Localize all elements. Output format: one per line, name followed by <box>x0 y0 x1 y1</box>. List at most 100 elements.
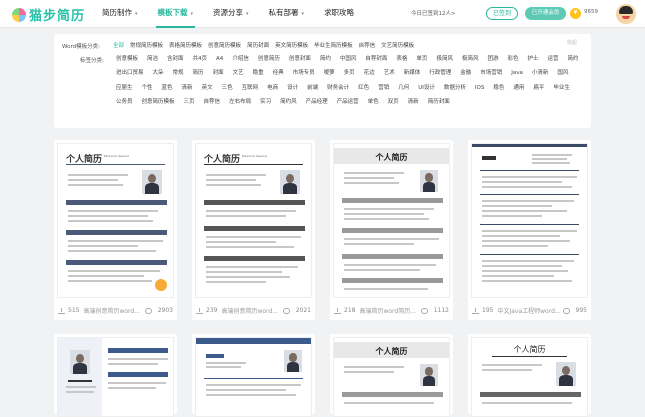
label-tag[interactable]: 嗳萝 <box>320 68 339 78</box>
label-tag[interactable]: 电商 <box>263 83 282 93</box>
label-tag[interactable]: 极简风 <box>458 54 483 64</box>
label-tag[interactable]: 产品经理 <box>302 97 332 107</box>
vip-button[interactable]: 已开通会员 <box>525 7 566 20</box>
template-card[interactable] <box>54 334 177 417</box>
category-tag[interactable]: 英文简历模板 <box>272 41 311 51</box>
label-tag[interactable]: 国风 <box>553 68 572 78</box>
label-tag[interactable]: 简历 <box>189 68 208 78</box>
label-tag[interactable]: 稳色 <box>489 83 508 93</box>
template-title[interactable]: 中文Java工程师word... <box>497 306 562 315</box>
template-thumbnail[interactable] <box>57 337 174 417</box>
label-tag[interactable]: 极简风 <box>432 54 457 64</box>
label-tag[interactable]: 团游 <box>483 54 502 64</box>
signin-count-link[interactable]: 今日已签到12人> <box>411 9 456 17</box>
template-card[interactable]: 个人简历 218 高端简历word简历... 1112 <box>330 140 453 320</box>
label-tag[interactable]: 共4页 <box>189 54 212 64</box>
label-tag[interactable]: 艺术 <box>380 68 399 78</box>
category-tag[interactable]: 文艺简历模板 <box>378 41 417 51</box>
label-tag[interactable]: 毕业生 <box>549 83 574 93</box>
label-tag[interactable]: 前端 <box>303 83 322 93</box>
label-tag[interactable]: 创意简历 <box>254 54 284 64</box>
category-tag[interactable]: 创意简历模板 <box>205 41 244 51</box>
label-tag[interactable]: 通用 <box>509 83 528 93</box>
template-card[interactable]: 个人简历 Personal resume 515 高端创意简历word... 2… <box>54 140 177 320</box>
label-tag[interactable]: UI设计 <box>414 83 439 93</box>
label-tag[interactable]: 自荐信 <box>200 97 225 107</box>
label-tag[interactable]: 双页 <box>384 97 403 107</box>
label-tag[interactable]: 市场专员 <box>289 68 319 78</box>
label-tag[interactable]: 左右布局 <box>225 97 255 107</box>
template-thumbnail[interactable]: 个人简历 <box>333 143 450 298</box>
label-tag[interactable]: 简约风 <box>276 97 301 107</box>
category-tag[interactable]: 自荐信 <box>356 41 379 51</box>
label-tag[interactable]: 常规 <box>169 68 188 78</box>
template-thumbnail[interactable]: 个人简历 Personal resume <box>195 143 312 298</box>
template-card[interactable]: 个人简历 <box>330 334 453 417</box>
label-tag[interactable]: 公务员 <box>112 97 137 107</box>
label-tag[interactable]: 蓝色 <box>158 83 177 93</box>
label-tag[interactable]: 几何 <box>394 83 413 93</box>
label-tag[interactable]: 金融 <box>456 68 475 78</box>
label-tag[interactable]: 新媒体 <box>400 68 425 78</box>
label-tag[interactable]: 创意封面 <box>285 54 315 64</box>
nav-resource-share[interactable]: 资源分享 ▾ <box>203 0 259 28</box>
collapse-toggle[interactable]: 收起 <box>567 39 577 46</box>
category-tag[interactable]: 简历封面 <box>244 41 272 51</box>
signed-in-button[interactable]: 已签到 <box>486 7 518 20</box>
user-avatar[interactable] <box>616 4 636 24</box>
label-tag[interactable]: A4 <box>212 54 227 64</box>
template-thumbnail[interactable]: 个人简历 Personal resume <box>57 143 174 298</box>
category-tag[interactable]: 全部 <box>110 41 127 51</box>
label-tag[interactable]: 单页 <box>412 54 431 64</box>
template-thumbnail[interactable] <box>471 143 588 298</box>
label-tag[interactable]: 文艺 <box>229 68 248 78</box>
label-tag[interactable]: 小清新 <box>528 68 553 78</box>
label-tag[interactable]: 产品运营 <box>333 97 363 107</box>
label-tag[interactable]: 红色 <box>354 83 373 93</box>
label-tag[interactable]: 数据分析 <box>440 83 470 93</box>
label-tag[interactable]: 含封面 <box>163 54 188 64</box>
label-tag[interactable]: 个性 <box>138 83 157 93</box>
label-tag[interactable]: 花边 <box>360 68 379 78</box>
label-tag[interactable]: 英文 <box>198 83 217 93</box>
label-tag[interactable]: 设计 <box>283 83 302 93</box>
template-card[interactable]: 195 中文Java工程师word... 995 <box>468 140 591 320</box>
template-thumbnail[interactable]: 个人简历 <box>333 337 450 417</box>
label-tag[interactable]: 三色 <box>218 83 237 93</box>
category-tag[interactable]: 常规简历模板 <box>127 41 166 51</box>
template-title[interactable]: 高端简历word简历... <box>359 306 420 315</box>
label-tag[interactable]: 清新 <box>404 97 423 107</box>
label-tag[interactable]: 运营 <box>544 54 563 64</box>
label-tag[interactable]: 创意模板 <box>112 54 142 64</box>
label-tag[interactable]: Java <box>507 68 527 78</box>
template-card[interactable] <box>192 334 315 417</box>
label-tag[interactable]: 表格 <box>392 54 411 64</box>
nav-template-download[interactable]: 模板下载 ▾ <box>148 0 204 28</box>
template-title[interactable]: 高端创意简历word... <box>83 306 144 315</box>
nav-job-guide[interactable]: 求职攻略 <box>314 0 364 28</box>
label-tag[interactable]: 简洁 <box>143 54 162 64</box>
label-tag[interactable]: 营销 <box>374 83 393 93</box>
site-logo[interactable]: 猫步简历 <box>12 5 85 24</box>
label-tag[interactable]: IOS <box>471 83 488 93</box>
category-tag[interactable]: 毕业生简历模板 <box>311 41 356 51</box>
nav-private-deploy[interactable]: 私有部署 ▾ <box>259 0 315 28</box>
label-tag[interactable]: 简约 <box>564 54 583 64</box>
label-tag[interactable]: 应届生 <box>112 83 137 93</box>
label-tag[interactable]: 简历封面 <box>424 97 454 107</box>
label-tag[interactable]: 单色 <box>364 97 383 107</box>
label-tag[interactable]: 护士 <box>524 54 543 64</box>
label-tag[interactable]: 进出口贸易 <box>112 68 148 78</box>
nav-resume-make[interactable]: 简历制作 ▾ <box>92 0 148 28</box>
template-thumbnail[interactable]: 个人简历 <box>471 337 588 417</box>
label-tag[interactable]: 简约 <box>316 54 335 64</box>
template-thumbnail[interactable] <box>195 337 312 417</box>
label-tag[interactable]: 清新 <box>178 83 197 93</box>
label-tag[interactable]: 实习 <box>256 97 275 107</box>
label-tag[interactable]: 多页 <box>340 68 359 78</box>
label-tag[interactable]: 封面 <box>209 68 228 78</box>
template-card[interactable]: 个人简历 Personal resume 239 高端创意简历word... 2… <box>192 140 315 320</box>
label-tag[interactable]: 扁平 <box>529 83 548 93</box>
label-tag[interactable]: 自荐封面 <box>361 54 391 64</box>
label-tag[interactable]: 行政管理 <box>425 68 455 78</box>
